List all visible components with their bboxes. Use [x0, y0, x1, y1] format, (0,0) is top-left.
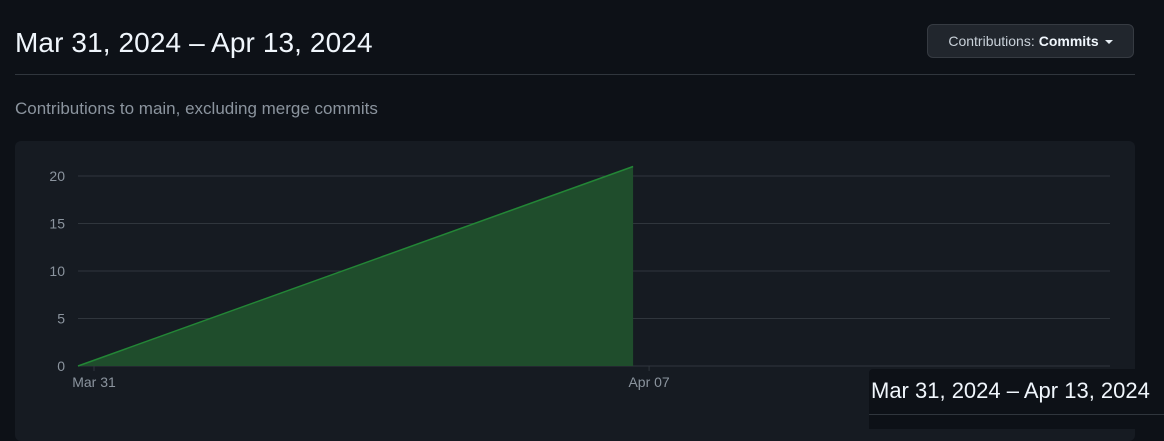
header-divider	[15, 74, 1135, 75]
x-tick-label-0: Mar 31	[72, 374, 116, 390]
date-tooltip: Mar 31, 2024 – Apr 13, 2024	[869, 369, 1164, 429]
tooltip-title: Mar 31, 2024 – Apr 13, 2024	[871, 378, 1150, 403]
page-header: Mar 31, 2024 – Apr 13, 2024 Contribution…	[0, 0, 1164, 75]
chart-subtitle: Contributions to main, excluding merge c…	[15, 99, 378, 118]
y-tick-label-20: 20	[49, 168, 65, 184]
contributions-label: Contributions:	[948, 33, 1035, 49]
y-tick-label-0: 0	[57, 358, 65, 374]
contributions-value: Commits	[1038, 33, 1099, 49]
y-tick-label-15: 15	[49, 216, 65, 232]
page-title: Mar 31, 2024 – Apr 13, 2024	[15, 27, 373, 58]
y-tick-label-5: 5	[57, 311, 65, 327]
x-tick-label-1: Apr 07	[628, 374, 669, 390]
tooltip-divider	[869, 414, 1164, 415]
y-tick-label-10: 10	[49, 263, 65, 279]
contributions-dropdown-button[interactable]: Contributions: Commits	[927, 24, 1134, 58]
caret-down-icon	[1104, 40, 1113, 44]
